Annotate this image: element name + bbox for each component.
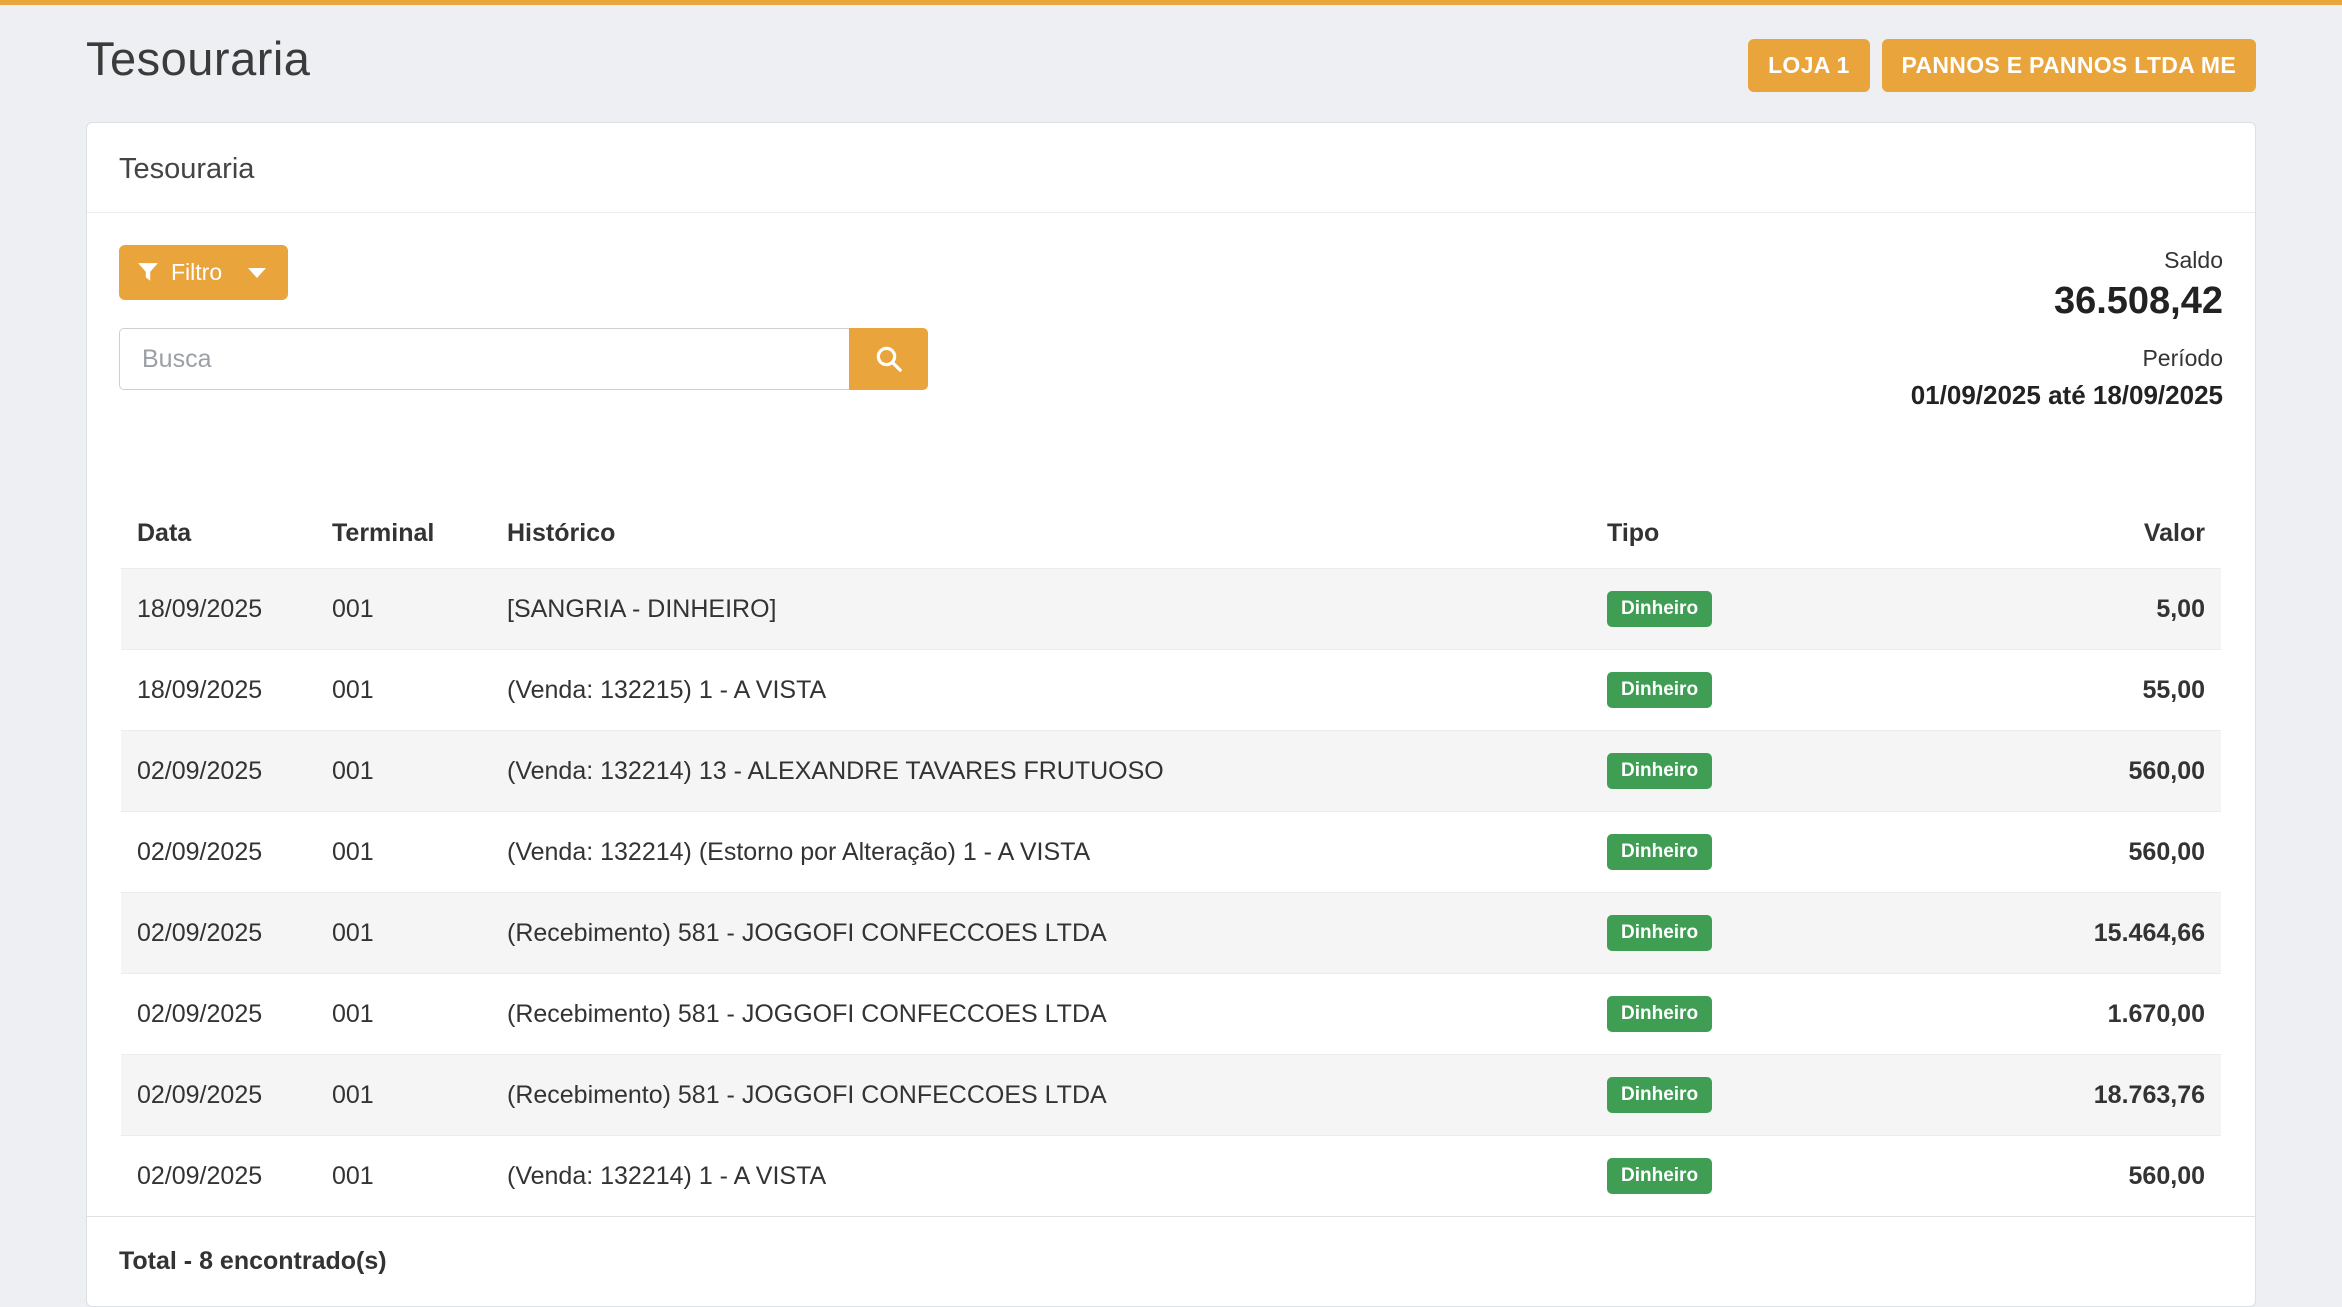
cell-data: 02/09/2025 <box>121 731 316 812</box>
cell-valor: 18.763,76 <box>1931 1055 2221 1136</box>
caret-down-icon <box>248 268 266 278</box>
header-historico: Histórico <box>491 503 1591 569</box>
cell-historico: (Recebimento) 581 - JOGGOFI CONFECCOES L… <box>491 1055 1591 1136</box>
filter-button[interactable]: Filtro <box>119 245 288 300</box>
periodo-value: 01/09/2025 até 18/09/2025 <box>1911 380 2223 411</box>
table-row[interactable]: 18/09/2025 001 [SANGRIA - DINHEIRO] Dinh… <box>121 569 2221 650</box>
cell-historico: [SANGRIA - DINHEIRO] <box>491 569 1591 650</box>
page-header: Tesouraria LOJA 1 PANNOS E PANNOS LTDA M… <box>86 5 2256 92</box>
tesouraria-page: Tesouraria LOJA 1 PANNOS E PANNOS LTDA M… <box>0 5 2342 1307</box>
cell-historico: (Venda: 132214) 1 - A VISTA <box>491 1136 1591 1217</box>
cell-valor: 5,00 <box>1931 569 2221 650</box>
cell-valor: 560,00 <box>1931 812 2221 893</box>
cell-tipo: Dinheiro <box>1591 893 1931 974</box>
search-input[interactable] <box>119 328 849 390</box>
table-row[interactable]: 02/09/2025 001 (Venda: 132214) (Estorno … <box>121 812 2221 893</box>
header-tipo: Tipo <box>1591 503 1931 569</box>
table-row[interactable]: 02/09/2025 001 (Recebimento) 581 - JOGGO… <box>121 974 2221 1055</box>
cell-terminal: 001 <box>316 974 491 1055</box>
toolbar-left: Filtro <box>119 245 928 390</box>
cell-data: 02/09/2025 <box>121 812 316 893</box>
periodo-label: Período <box>1911 345 2223 372</box>
cell-valor: 560,00 <box>1931 1136 2221 1217</box>
cell-terminal: 001 <box>316 1055 491 1136</box>
cell-tipo: Dinheiro <box>1591 569 1931 650</box>
table-row[interactable]: 02/09/2025 001 (Recebimento) 581 - JOGGO… <box>121 1055 2221 1136</box>
cell-data: 02/09/2025 <box>121 974 316 1055</box>
table-row[interactable]: 18/09/2025 001 (Venda: 132215) 1 - A VIS… <box>121 650 2221 731</box>
table-body: 18/09/2025 001 [SANGRIA - DINHEIRO] Dinh… <box>121 569 2221 1217</box>
cell-tipo: Dinheiro <box>1591 1055 1931 1136</box>
tipo-badge: Dinheiro <box>1607 1158 1712 1194</box>
search-group <box>119 328 928 390</box>
table-row[interactable]: 02/09/2025 001 (Venda: 132214) 1 - A VIS… <box>121 1136 2221 1217</box>
card-body: Filtro <box>87 213 2255 1216</box>
cell-terminal: 001 <box>316 569 491 650</box>
header-buttons: LOJA 1 PANNOS E PANNOS LTDA ME <box>1748 31 2256 92</box>
cell-data: 18/09/2025 <box>121 569 316 650</box>
cell-historico: (Recebimento) 581 - JOGGOFI CONFECCOES L… <box>491 893 1591 974</box>
tipo-badge: Dinheiro <box>1607 834 1712 870</box>
tipo-badge: Dinheiro <box>1607 1077 1712 1113</box>
search-button[interactable] <box>849 328 928 390</box>
tipo-badge: Dinheiro <box>1607 915 1712 951</box>
cell-tipo: Dinheiro <box>1591 1136 1931 1217</box>
filter-icon <box>137 262 159 284</box>
cell-valor: 560,00 <box>1931 731 2221 812</box>
cell-terminal: 001 <box>316 812 491 893</box>
transactions-table: Data Terminal Histórico Tipo Valor 18/09… <box>121 503 2221 1216</box>
cell-historico: (Venda: 132214) (Estorno por Alteração) … <box>491 812 1591 893</box>
cell-historico: (Recebimento) 581 - JOGGOFI CONFECCOES L… <box>491 974 1591 1055</box>
tipo-badge: Dinheiro <box>1607 996 1712 1032</box>
cell-valor: 55,00 <box>1931 650 2221 731</box>
tipo-badge: Dinheiro <box>1607 591 1712 627</box>
tipo-badge: Dinheiro <box>1607 753 1712 789</box>
company-button[interactable]: PANNOS E PANNOS LTDA ME <box>1882 39 2256 92</box>
filter-label: Filtro <box>171 259 222 286</box>
search-icon <box>874 344 904 374</box>
tipo-badge: Dinheiro <box>1607 672 1712 708</box>
table-total: Total - 8 encontrado(s) <box>87 1216 2255 1306</box>
cell-data: 02/09/2025 <box>121 1136 316 1217</box>
cell-data: 02/09/2025 <box>121 1055 316 1136</box>
cell-terminal: 001 <box>316 893 491 974</box>
table-row[interactable]: 02/09/2025 001 (Recebimento) 581 - JOGGO… <box>121 893 2221 974</box>
cell-tipo: Dinheiro <box>1591 731 1931 812</box>
header-terminal: Terminal <box>316 503 491 569</box>
cell-historico: (Venda: 132214) 13 - ALEXANDRE TAVARES F… <box>491 731 1591 812</box>
cell-tipo: Dinheiro <box>1591 974 1931 1055</box>
cell-terminal: 001 <box>316 1136 491 1217</box>
cell-tipo: Dinheiro <box>1591 812 1931 893</box>
cell-valor: 15.464,66 <box>1931 893 2221 974</box>
page-title: Tesouraria <box>86 31 310 86</box>
table-header-row: Data Terminal Histórico Tipo Valor <box>121 503 2221 569</box>
saldo-value: 36.508,42 <box>1911 280 2223 323</box>
cell-tipo: Dinheiro <box>1591 650 1931 731</box>
cell-data: 18/09/2025 <box>121 650 316 731</box>
balance-panel: Saldo 36.508,42 Período 01/09/2025 até 1… <box>1911 245 2223 411</box>
store-button[interactable]: LOJA 1 <box>1748 39 1869 92</box>
cell-historico: (Venda: 132215) 1 - A VISTA <box>491 650 1591 731</box>
tesouraria-card: Tesouraria Filtro <box>86 122 2256 1307</box>
cell-terminal: 001 <box>316 650 491 731</box>
saldo-label: Saldo <box>1911 247 2223 274</box>
toolbar: Filtro <box>119 245 2223 411</box>
table-wrap: Data Terminal Histórico Tipo Valor 18/09… <box>119 503 2223 1216</box>
cell-data: 02/09/2025 <box>121 893 316 974</box>
card-title: Tesouraria <box>87 123 2255 213</box>
cell-terminal: 001 <box>316 731 491 812</box>
header-data: Data <box>121 503 316 569</box>
table-row[interactable]: 02/09/2025 001 (Venda: 132214) 13 - ALEX… <box>121 731 2221 812</box>
header-valor: Valor <box>1931 503 2221 569</box>
cell-valor: 1.670,00 <box>1931 974 2221 1055</box>
